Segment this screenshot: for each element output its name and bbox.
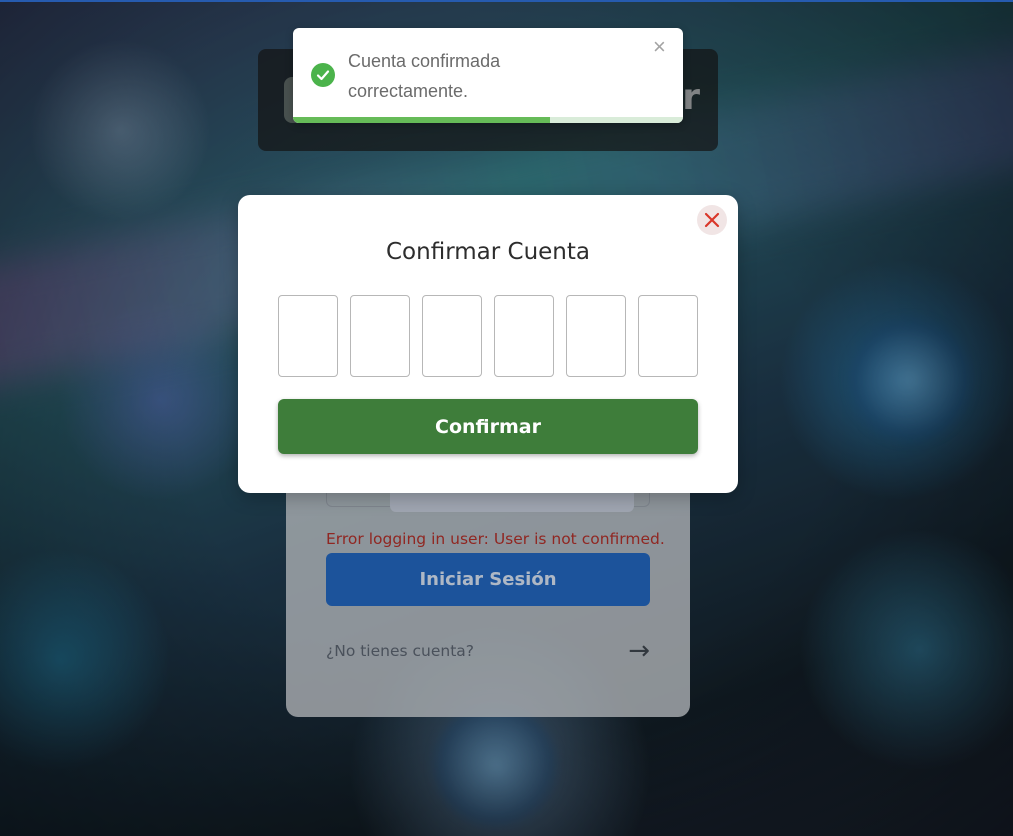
close-icon	[704, 212, 720, 228]
code-digit-input[interactable]	[638, 295, 698, 377]
code-digit-input[interactable]	[278, 295, 338, 377]
code-digit-input[interactable]	[494, 295, 554, 377]
toast-progress-bar	[293, 117, 683, 123]
modal-close-button[interactable]	[697, 205, 727, 235]
toast-message: Cuenta confirmada correctamente.	[348, 51, 501, 101]
toast-close-icon[interactable]: ×	[653, 36, 666, 58]
success-toast: Cuenta confirmada correctamente. ×	[293, 28, 683, 123]
code-input-group	[278, 295, 698, 379]
toast-progress-fill	[293, 117, 551, 123]
modal-title: Confirmar Cuenta	[386, 239, 590, 265]
code-digit-input[interactable]	[422, 295, 482, 377]
code-digit-input[interactable]	[566, 295, 626, 377]
code-digit-input[interactable]	[350, 295, 410, 377]
checkmark-icon	[316, 70, 330, 81]
confirm-account-modal: Confirmar Cuenta Confirmar	[238, 195, 738, 493]
check-circle-icon	[311, 63, 335, 87]
confirm-button[interactable]: Confirmar	[278, 399, 698, 454]
